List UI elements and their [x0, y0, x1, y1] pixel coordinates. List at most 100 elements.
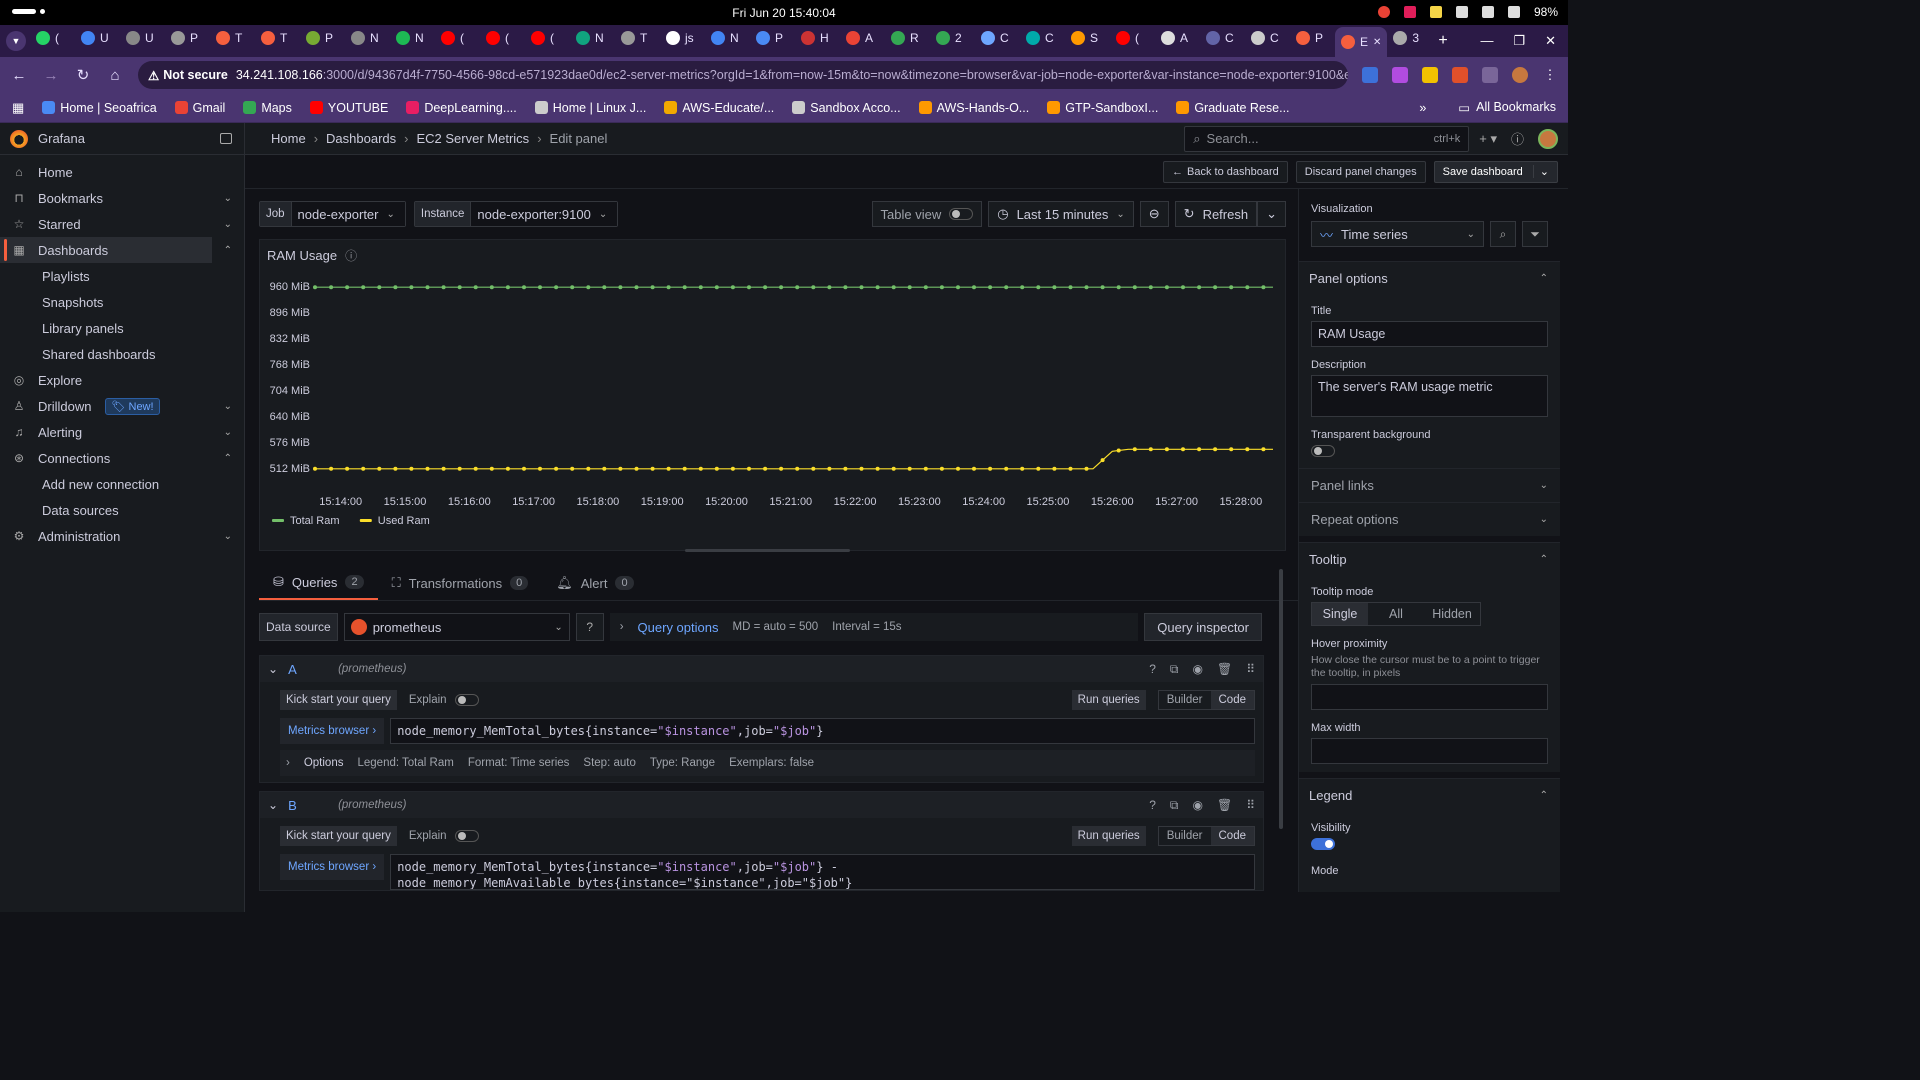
- tooltip-header[interactable]: Tooltip ⌃: [1299, 542, 1560, 576]
- extension-icon[interactable]: [1392, 67, 1408, 83]
- title-input[interactable]: RAM Usage: [1311, 321, 1548, 347]
- bookmark-item[interactable]: Maps: [243, 101, 292, 115]
- sidebar-item-data-sources[interactable]: Data sources: [0, 497, 244, 523]
- chevron-up-icon[interactable]: ⌃: [224, 453, 232, 464]
- browser-tab[interactable]: (: [480, 25, 525, 51]
- browser-tab[interactable]: T: [255, 25, 300, 51]
- maximize-icon[interactable]: ❐: [1513, 33, 1525, 49]
- tab-search-icon[interactable]: ▼: [6, 31, 26, 51]
- close-icon[interactable]: ✕: [1545, 33, 1556, 49]
- sidebar-item-add-new-connection[interactable]: Add new connection: [0, 471, 244, 497]
- ram-usage-chart[interactable]: 512 MiB 576 MiB 640 MiB 704 MiB 768 MiB 832 M…: [260, 240, 1287, 552]
- breadcrumb-dashboard[interactable]: EC2 Server Metrics: [416, 131, 529, 146]
- sidebar-item-playlists[interactable]: Playlists: [0, 263, 244, 289]
- chevron-down-icon[interactable]: ⌄: [224, 219, 232, 230]
- instance-variable[interactable]: Instance node-exporter:9100 ⌄: [413, 201, 619, 227]
- transparent-toggle[interactable]: [1311, 445, 1335, 457]
- explain-toggle[interactable]: Explain: [409, 830, 479, 842]
- browser-tab[interactable]: 2: [930, 25, 975, 51]
- browser-tab[interactable]: S: [1065, 25, 1110, 51]
- more-bookmarks-icon[interactable]: »: [1419, 101, 1426, 115]
- collapse-chevron-icon[interactable]: ⌄: [268, 662, 278, 676]
- forward-arrow-icon[interactable]: →: [42, 67, 60, 84]
- back-to-dashboard-button[interactable]: ← Back to dashboard: [1163, 160, 1288, 183]
- breadcrumb-home[interactable]: Home: [271, 131, 306, 146]
- bookmark-item[interactable]: DeepLearning....: [406, 101, 517, 115]
- browser-tab[interactable]: 3: [1387, 25, 1432, 51]
- sidebar-item-drilldown[interactable]: ♙ Drilldown 🏷 New! ⌄: [0, 393, 244, 419]
- grafana-logo-icon[interactable]: [10, 129, 28, 148]
- tooltip-mode-single[interactable]: Single: [1312, 603, 1368, 625]
- sidebar-item-starred[interactable]: ☆ Starred ⌄: [0, 211, 244, 237]
- bookmark-item[interactable]: AWS-Educate/...: [664, 101, 774, 115]
- apps-grid-icon[interactable]: ▦: [12, 100, 24, 116]
- breadcrumb-dashboards[interactable]: Dashboards: [326, 131, 396, 146]
- chevron-down-icon[interactable]: ⌄: [224, 427, 232, 438]
- query-options[interactable]: › Query options MD = auto = 500 Interval…: [609, 613, 1139, 641]
- browser-tab[interactable]: T: [210, 25, 255, 51]
- close-tab-icon[interactable]: ✕: [1373, 37, 1381, 48]
- new-tab-button[interactable]: +: [1438, 32, 1447, 50]
- browser-tab[interactable]: U: [75, 25, 120, 51]
- browser-tab[interactable]: C: [975, 25, 1020, 51]
- toggle-switch[interactable]: [454, 830, 479, 842]
- visualization-picker[interactable]: 〰 Time series ⌄: [1311, 221, 1484, 247]
- discard-changes-button[interactable]: Discard panel changes: [1295, 160, 1426, 183]
- browser-tab[interactable]: U: [120, 25, 165, 51]
- browser-tab[interactable]: (: [1110, 25, 1155, 51]
- help-icon[interactable]: ⓘ: [1511, 129, 1524, 148]
- query-options-link[interactable]: Query options: [638, 620, 719, 635]
- code-mode[interactable]: Code: [1210, 691, 1254, 709]
- browser-tab[interactable]: H: [795, 25, 840, 51]
- legend-visibility-toggle[interactable]: [1311, 838, 1335, 850]
- extension-icon[interactable]: [1362, 67, 1378, 83]
- sidebar-item-library-panels[interactable]: Library panels: [0, 315, 244, 341]
- help-icon[interactable]: ?: [1149, 662, 1156, 677]
- sidebar-item-snapshots[interactable]: Snapshots: [0, 289, 244, 315]
- refresh-interval-dropdown[interactable]: ⌄: [1257, 201, 1286, 227]
- browser-tab[interactable]: P: [1290, 25, 1335, 51]
- panel-links-section[interactable]: Panel links ⌄: [1299, 468, 1560, 502]
- panel-options-header[interactable]: Panel options ⌃: [1299, 261, 1560, 295]
- menu-dots-icon[interactable]: ⋮: [1542, 67, 1558, 83]
- query-expression-input[interactable]: node_memory_MemTotal_bytes{instance="$in…: [390, 718, 1255, 744]
- avatar[interactable]: [1538, 128, 1558, 149]
- eye-icon[interactable]: ◉: [1192, 798, 1202, 813]
- chevron-down-icon[interactable]: ⌄: [224, 531, 232, 542]
- builder-mode[interactable]: Builder: [1159, 691, 1211, 709]
- browser-tab[interactable]: R: [885, 25, 930, 51]
- browser-tab[interactable]: T: [615, 25, 660, 51]
- query-expression-input[interactable]: node_memory_MemTotal_bytes{instance="$in…: [390, 854, 1255, 890]
- collapse-chevron-icon[interactable]: ⌄: [268, 798, 278, 812]
- save-dashboard-button[interactable]: Save dashboard ⌄: [1433, 160, 1558, 183]
- bookmark-item[interactable]: GTP-SandboxI...: [1047, 101, 1158, 115]
- bookmark-item[interactable]: Graduate Rese...: [1176, 101, 1290, 115]
- builder-mode[interactable]: Builder: [1159, 827, 1211, 845]
- browser-tab[interactable]: N: [345, 25, 390, 51]
- eye-icon[interactable]: ◉: [1192, 662, 1202, 677]
- trash-icon[interactable]: 🗑︎: [1217, 798, 1232, 813]
- query-ref-id[interactable]: B: [288, 798, 328, 813]
- security-indicator[interactable]: ⚠ Not secure: [148, 68, 228, 83]
- puzzle-icon[interactable]: [1482, 67, 1498, 83]
- help-icon[interactable]: ?: [1149, 798, 1156, 813]
- instance-select[interactable]: node-exporter:9100 ⌄: [471, 202, 618, 226]
- tooltip-mode-all[interactable]: All: [1368, 603, 1424, 625]
- queries-scrollbar[interactable]: [1279, 569, 1283, 829]
- options-search-button[interactable]: ⌕: [1490, 221, 1516, 247]
- back-arrow-icon[interactable]: ←: [10, 67, 28, 84]
- url-field[interactable]: ⚠ Not secure 34.241.108.166:3000/d/94367d…: [138, 61, 1348, 89]
- job-select[interactable]: node-exporter ⌄: [291, 202, 405, 226]
- explain-toggle[interactable]: Explain: [409, 694, 479, 706]
- minimize-icon[interactable]: —: [1480, 33, 1493, 49]
- browser-tab[interactable]: P: [165, 25, 210, 51]
- legend-header[interactable]: Legend ⌃: [1299, 778, 1560, 812]
- sidebar-item-administration[interactable]: ⚙ Administration ⌄: [0, 523, 244, 549]
- sidebar-item-bookmarks[interactable]: ⊓ Bookmarks ⌄: [0, 185, 244, 211]
- dock-menu-icon[interactable]: [220, 133, 232, 144]
- all-bookmarks-button[interactable]: ▭ All Bookmarks: [1458, 100, 1556, 115]
- bookmark-item[interactable]: YOUTUBE: [309, 101, 388, 115]
- bookmark-item[interactable]: Gmail: [174, 101, 225, 115]
- browser-tab[interactable]: N: [390, 25, 435, 51]
- home-icon[interactable]: ⌂: [106, 67, 124, 84]
